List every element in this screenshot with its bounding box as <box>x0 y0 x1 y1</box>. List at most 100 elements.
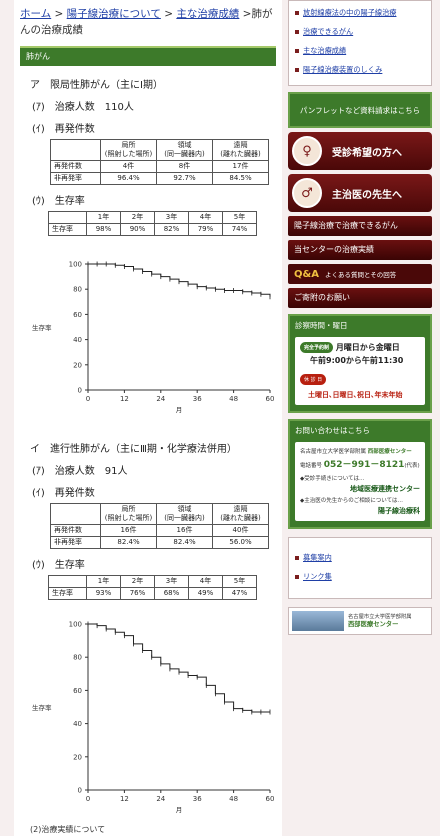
x-tick-label: 60 <box>266 395 275 403</box>
section-header: 肺がん <box>20 46 276 66</box>
y-tick-label: 20 <box>73 753 82 761</box>
hospital-logo[interactable]: 名古屋市立大学医学部附属 西部医療センター <box>288 607 432 635</box>
table-header: 5年 <box>222 575 257 588</box>
breadcrumb-home[interactable]: ホーム <box>20 8 51 20</box>
breadcrumb-about[interactable]: 陽子線治療について <box>67 8 161 20</box>
footer-text: (2)治療実績について <box>30 825 106 834</box>
x-tick-label: 48 <box>229 395 238 403</box>
y-tick-label: 80 <box>73 286 82 294</box>
hours-time: 午前9:00から午前11:30 <box>310 356 404 365</box>
early-surv-table: 1年 2年 3年 4年 5年 生存率 98% 90% 82% 79% 74% <box>48 211 257 236</box>
survival-curve <box>88 623 270 713</box>
table-header: 4年 <box>188 211 223 224</box>
patient-button[interactable]: ♀ 受診希望の方へ <box>288 132 432 170</box>
table-header: 領域 (同一臓器内) <box>156 139 213 161</box>
breadcrumb-results[interactable]: 主な治療成績 <box>176 8 239 20</box>
y-tick-label: 80 <box>73 654 82 662</box>
table-header: 局所 (照射した場所) <box>100 503 157 525</box>
table-header: 4年 <box>188 575 223 588</box>
table-header: 5年 <box>222 211 257 224</box>
link-label: 治療できるがん <box>303 27 354 36</box>
y-axis-label: 生存率 <box>32 323 52 332</box>
advanced-title: イ 進行性肺がん（主にⅢ期・化学療法併用） <box>30 444 237 455</box>
hours-title: 診察時間・曜日 <box>295 321 348 330</box>
treatable-cancers-button[interactable]: 陽子線治療で治療できるがん <box>288 216 432 236</box>
table-cell: 93% <box>86 587 121 600</box>
early-count: (ｱ) 治療人数 110人 <box>32 102 134 113</box>
bullet-icon <box>295 67 299 72</box>
survival-chart-svg: 0 20 40 60 80 100 0 12 24 36 48 60 月 生存率 <box>32 621 275 815</box>
table-cell: 47% <box>222 587 257 600</box>
table-cell: 68% <box>154 587 189 600</box>
table-cell: 82.4% <box>100 536 157 549</box>
table-header: 1年 <box>86 211 121 224</box>
link-label: リンク集 <box>303 572 332 581</box>
doctor-button-label: 主治医の先生へ <box>332 189 402 201</box>
table-row-label: 生存率 <box>48 223 87 236</box>
hours-inner: 完全予約制 月曜日から金曜日 午前9:00から午前11:30 休 診 日 土曜日… <box>295 337 425 405</box>
advanced-surv-label: (ｳ) 生存率 <box>32 560 85 571</box>
nurse-photo-icon: ♀ <box>292 136 322 166</box>
table-cell: 4件 <box>100 160 157 173</box>
breadcrumb: ホーム > 陽子線治療について > 主な治療成績 >肺がんの治療成績 <box>20 6 276 38</box>
table-header: 2年 <box>120 211 155 224</box>
doctor-button[interactable]: ♂ 主治医の先生へ <box>288 174 432 212</box>
x-tick-label: 24 <box>156 395 165 403</box>
qa-label: よくある質問とその回答 <box>324 271 397 279</box>
y-tick-label: 40 <box>73 720 82 728</box>
contact-inner: 名古屋市立大学医学部附属 西部医療センター 電話番号 052－991－8121(… <box>295 442 425 521</box>
y-axis-label: 生存率 <box>32 703 52 712</box>
sidebar-link-device-mechanism[interactable]: 陽子線治療装置のしくみ <box>295 60 425 79</box>
contact-org-row: 名古屋市立大学医学部附属 西部医療センター <box>300 447 420 457</box>
contact-dest-1: 地域医療連携センター <box>350 485 420 493</box>
contact-line-2: ◆主治医の先生からのご相談については… <box>300 498 403 504</box>
table-cell: 56.0% <box>212 536 269 549</box>
table-header: 領域 (同一臓器内) <box>156 503 213 525</box>
y-tick-label: 100 <box>69 261 82 269</box>
center-results-button[interactable]: 当センターの治療実績 <box>288 240 432 260</box>
advanced-recur-table: 局所 (照射した場所) 領域 (同一臓器内) 遠隔 (離れた臓器) 再発件数 1… <box>50 503 269 549</box>
table-header: 3年 <box>154 211 189 224</box>
survival-chart-svg: 0 20 40 60 80 100 0 12 24 36 48 60 月 生存率 <box>32 261 275 415</box>
contact-line-1: ◆受診手続きについては… <box>300 476 365 482</box>
x-tick-label: 48 <box>229 795 238 803</box>
link-label: 陽子線治療装置のしくみ <box>303 65 383 74</box>
x-tick-label: 36 <box>193 395 202 403</box>
donation-button[interactable]: ご寄附のお願い <box>288 288 432 308</box>
sidebar-link-treatable-cancers[interactable]: 治療できるがん <box>295 22 425 41</box>
sidebar-link-proton-in-radiotherapy[interactable]: 放射線療法の中の陽子線治療 <box>295 3 425 22</box>
table-cell: 82.4% <box>156 536 213 549</box>
y-tick-label: 60 <box>73 311 82 319</box>
bullet-icon <box>295 10 299 15</box>
bullet-icon <box>295 555 299 560</box>
qa-button[interactable]: Q&A よくある質問とその回答 <box>288 264 432 284</box>
table-header: 局所 (照射した場所) <box>100 139 157 161</box>
main-content: ホーム > 陽子線治療について > 主な治療成績 >肺がんの治療成績 肺がん ア… <box>14 0 282 836</box>
table-cell: 82% <box>154 223 189 236</box>
y-tick-label: 60 <box>73 687 82 695</box>
table-row-label: 生存率 <box>48 587 87 600</box>
link-links[interactable]: リンク集 <box>295 567 425 586</box>
hospital-logo-text: 名古屋市立大学医学部附属 西部医療センター <box>348 613 412 629</box>
pamphlet-request-button[interactable]: パンフレットなど資料請求はこちら <box>288 92 432 128</box>
y-tick-label: 40 <box>73 336 82 344</box>
table-row-label: 再発件数 <box>50 524 101 537</box>
tel-number[interactable]: 052－991－8121 <box>324 460 405 470</box>
table-row-label: 非再発率 <box>50 172 101 185</box>
sidebar-link-main-results[interactable]: 主な治療成績 <box>295 41 425 60</box>
x-tick-label: 60 <box>266 795 275 803</box>
table-cell: 76% <box>120 587 155 600</box>
y-tick-label: 20 <box>73 361 82 369</box>
bullet-icon <box>295 48 299 53</box>
x-tick-label: 24 <box>156 795 165 803</box>
table-cell: 40件 <box>212 524 269 537</box>
advanced-recur-label: (ｲ) 再発件数 <box>32 488 95 499</box>
x-tick-label: 12 <box>120 395 129 403</box>
qa-mark: Q&A <box>294 268 319 280</box>
x-axis-label: 月 <box>176 806 183 814</box>
table-cell: 49% <box>188 587 223 600</box>
y-tick-label: 100 <box>69 621 82 629</box>
tel-label: 電話番号 <box>300 463 323 469</box>
link-recruitment[interactable]: 募集案内 <box>295 548 425 567</box>
link-label: 募集案内 <box>303 553 332 562</box>
